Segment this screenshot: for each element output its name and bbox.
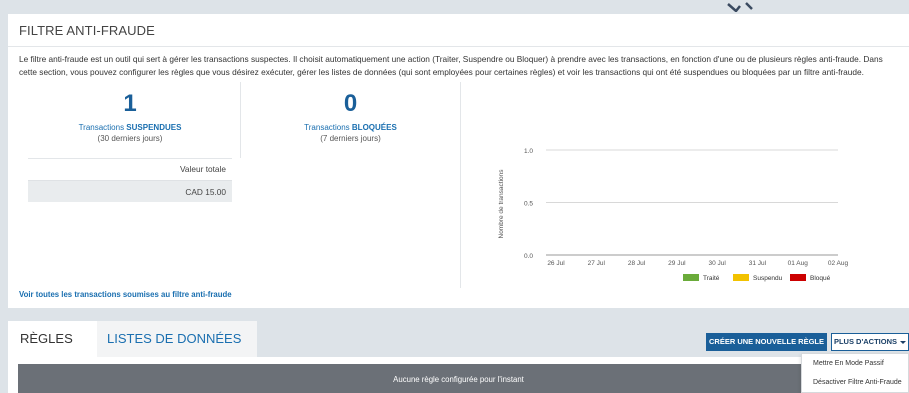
x-tick-label: 02 Aug [828, 260, 849, 267]
legend-label: Traité [703, 275, 720, 282]
suspended-count: 1 [123, 90, 137, 117]
blocked-stat[interactable]: 0 Transactions BLOQUÉES (7 derniers jour… [248, 90, 453, 143]
blocked-label-prefix: Transactions [304, 123, 352, 132]
menu-item-disable-filter[interactable]: Désactiver Filtre Anti-Fraude [802, 373, 908, 392]
x-tick-label: 27 Jul [588, 260, 606, 267]
legend-swatch [683, 274, 699, 281]
tab-rules[interactable]: RÈGLES [8, 321, 97, 357]
menu-item-passive-mode[interactable]: Mettre En Mode Passif [802, 354, 908, 373]
blocked-count: 0 [343, 90, 358, 117]
y-tick-label: 0.0 [524, 253, 533, 260]
x-tick-label: 29 Jul [668, 260, 686, 267]
stat-divider [240, 82, 241, 158]
legend-label: Suspendu [753, 275, 783, 282]
tabs-section: RÈGLES LISTES DE DONNÉES Aucune règle co… [8, 321, 909, 393]
legend-swatch [733, 274, 749, 281]
transactions-chart: 0.0 0.5 1.0 Nombre de transactions 26 Jul 27 … [498, 148, 849, 282]
x-tick-label: 26 Jul [547, 260, 565, 267]
empty-rules-message: Aucune règle configurée pour l'instant [18, 364, 899, 393]
blocked-label-strong: BLOQUÉES [351, 123, 397, 132]
tab-data-lists[interactable]: LISTES DE DONNÉES [97, 321, 257, 357]
arrow-icon [727, 2, 753, 12]
create-rule-button[interactable]: CRÉER UNE NOUVELLE RÈGLE [706, 333, 827, 351]
y-tick-label: 1.0 [524, 148, 533, 155]
suspended-stat[interactable]: 1 Transactions SUSPENDUES (30 derniers j… [28, 90, 232, 143]
panel-header: FILTRE ANTI-FRAUDE [8, 14, 909, 47]
y-axis-label: Nombre de transactions [498, 169, 505, 239]
blocked-label: Transactions BLOQUÉES [248, 123, 453, 132]
rules-tab-body: Aucune règle configurée pour l'instant [8, 357, 909, 393]
top-strip [8, 0, 909, 14]
total-value-header: Valeur totale [180, 164, 226, 174]
legend-label: Bloqué [810, 275, 831, 282]
caret-down-icon [900, 340, 907, 344]
x-tick-label: 01 Aug [788, 260, 809, 267]
legend-swatch [790, 274, 806, 281]
x-tick-label: 30 Jul [708, 260, 726, 267]
more-actions-menu: Mettre En Mode Passif Désactiver Filtre … [801, 353, 909, 393]
view-all-transactions-link[interactable]: Voir toutes les transactions soumises au… [19, 290, 232, 299]
blocked-period: (7 derniers jours) [320, 134, 381, 143]
y-tick-label: 0.5 [524, 201, 533, 208]
anti-fraud-panel: FILTRE ANTI-FRAUDE Le filtre anti-fraude… [8, 14, 909, 308]
more-actions-button[interactable]: PLUS D'ACTIONS [831, 333, 909, 351]
suspended-label-strong: SUSPENDUES [126, 123, 182, 132]
x-tick-label: 28 Jul [628, 260, 646, 267]
x-tick-label: 31 Jul [749, 260, 767, 267]
panel-description: Le filtre anti-fraude est un outil qui s… [19, 54, 883, 77]
suspended-label: Transactions SUSPENDUES [28, 123, 232, 132]
suspended-period: (30 derniers jours) [97, 134, 163, 143]
total-value-cell: CAD 15.00 [28, 180, 232, 202]
chart-divider [460, 82, 461, 288]
page-title: FILTRE ANTI-FRAUDE [19, 23, 155, 38]
suspended-label-prefix: Transactions [78, 123, 127, 132]
more-actions-label: PLUS D'ACTIONS [833, 337, 898, 346]
total-divider [28, 158, 232, 159]
